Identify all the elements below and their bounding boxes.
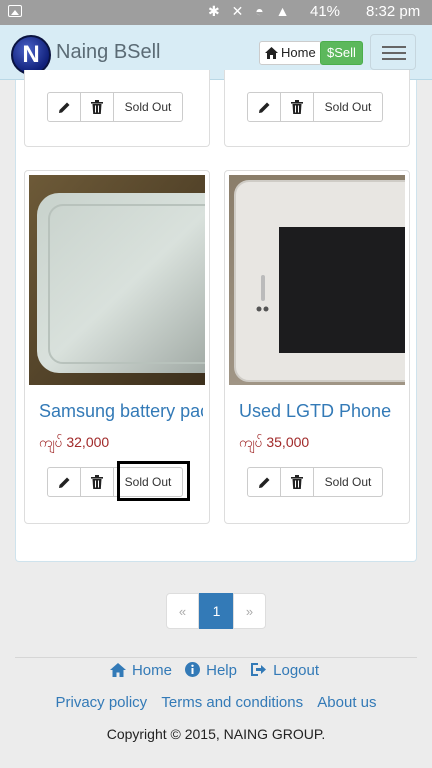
battery-level: 41% — [310, 3, 341, 20]
pencil-icon — [58, 102, 69, 113]
gallery-notification-icon — [8, 5, 22, 17]
trash-icon — [91, 475, 103, 489]
sold-out-button[interactable]: Sold Out — [313, 467, 383, 497]
footer-help-link[interactable]: Help — [185, 662, 240, 679]
sold-out-button[interactable]: Sold Out — [313, 92, 383, 122]
about-us-link[interactable]: About us — [317, 694, 376, 711]
product-title[interactable]: Used LGTD Phone — [239, 401, 403, 422]
trash-icon — [291, 475, 303, 489]
footer-logout-label: Logout — [273, 662, 320, 679]
status-icons: ✱ ✕ ◓ ▲ — [208, 3, 294, 19]
home-button-label: Home — [281, 45, 316, 60]
terms-link[interactable]: Terms and conditions — [161, 694, 303, 711]
footer-logout-link[interactable]: Logout — [250, 662, 322, 679]
card-actions: Sold Out — [47, 92, 183, 122]
product-image[interactable] — [229, 175, 405, 385]
status-bar: ✱ ✕ ◓ ▲ 41% 8:32 pm — [0, 0, 432, 25]
delete-button[interactable] — [80, 467, 114, 497]
sell-button[interactable]: $Sell — [320, 41, 363, 65]
highlight-box — [117, 461, 190, 501]
logo[interactable]: N — [11, 35, 51, 75]
footer-divider — [15, 657, 417, 658]
trash-icon — [91, 100, 103, 114]
status-time: 8:32 pm — [366, 3, 421, 20]
footer-legal-links: Privacy policy Terms and conditions Abou… — [0, 694, 432, 711]
product-panel: Sold Out Sold Out Samsung battery pack က… — [15, 70, 417, 562]
product-title[interactable]: Samsung battery pack — [39, 401, 203, 422]
logout-icon — [251, 663, 267, 676]
delete-button[interactable] — [280, 92, 314, 122]
pagination-next[interactable]: » — [233, 593, 266, 629]
pencil-icon — [58, 477, 69, 488]
delete-button[interactable] — [280, 467, 314, 497]
sold-out-button[interactable]: Sold Out — [113, 92, 183, 122]
product-image[interactable] — [29, 175, 205, 385]
home-icon — [265, 47, 278, 59]
hamburger-icon — [382, 46, 406, 48]
card-actions: Sold Out — [247, 467, 383, 497]
pencil-icon — [258, 477, 269, 488]
product-price: ကျပ် 35,000 — [239, 434, 310, 450]
edit-button[interactable] — [47, 92, 81, 122]
edit-button[interactable] — [47, 467, 81, 497]
edit-button[interactable] — [247, 467, 281, 497]
footer-nav: Home Help Logout — [0, 662, 432, 679]
home-icon — [109, 663, 126, 677]
pagination-prev[interactable]: « — [166, 593, 199, 629]
edit-button[interactable] — [247, 92, 281, 122]
pencil-icon — [258, 102, 269, 113]
product-price: ကျပ် 32,000 — [39, 434, 110, 450]
home-button[interactable]: Home — [259, 41, 322, 65]
trash-icon — [291, 100, 303, 114]
pagination-page-1[interactable]: 1 — [199, 593, 234, 629]
menu-toggle-button[interactable] — [370, 34, 416, 70]
info-icon — [185, 662, 201, 677]
pagination: « 1 » — [166, 593, 266, 629]
card-actions: Sold Out — [247, 92, 383, 122]
footer-home-label: Home — [131, 662, 172, 679]
delete-button[interactable] — [80, 92, 114, 122]
copyright: Copyright © 2015, NAING GROUP. — [106, 726, 326, 742]
footer-home-link[interactable]: Home — [109, 662, 175, 679]
privacy-policy-link[interactable]: Privacy policy — [55, 694, 147, 711]
footer-help-label: Help — [206, 662, 237, 679]
brand-name[interactable]: Naing BSell — [56, 41, 161, 64]
